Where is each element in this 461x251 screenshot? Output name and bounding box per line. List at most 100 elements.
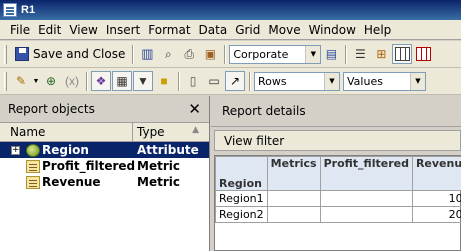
tree-item-revenue[interactable]: Revenue Metric — [0, 174, 209, 190]
values-select[interactable]: Values ▼ — [343, 71, 426, 91]
title-bar: R1 — [0, 0, 461, 20]
grid-icon — [394, 47, 410, 61]
menu-bar: File Edit View Insert Format Data Grid M… — [0, 20, 461, 40]
toolbar-separator — [132, 44, 135, 64]
toolbar-separator — [224, 44, 227, 64]
grid-graph-button[interactable] — [392, 44, 413, 64]
book-icon: ▥ — [141, 46, 154, 61]
toolbar-separator — [86, 71, 88, 91]
app-icon — [3, 3, 17, 17]
insert-button[interactable]: ⊕ — [41, 71, 61, 91]
tree-item-region[interactable]: + Region Attribute — [0, 142, 209, 158]
object-browser-button[interactable]: ❖ — [91, 71, 111, 91]
report-details-panel: Report details View filter Region Metric… — [211, 96, 461, 251]
toolbar-separator — [345, 44, 348, 64]
menu-insert[interactable]: Insert — [102, 23, 144, 37]
report-details-header[interactable]: Report details — [211, 96, 461, 127]
row-attribute-header[interactable]: Region — [215, 156, 268, 191]
formula-button[interactable]: (x) — [62, 71, 82, 91]
menu-view[interactable]: View — [65, 23, 101, 37]
close-icon[interactable]: ✕ — [188, 100, 201, 118]
toolbar-separator — [178, 71, 180, 91]
print-button[interactable]: ⎙ — [179, 44, 199, 64]
window-title: R1 — [21, 4, 36, 16]
report-objects-column-header: Name Type ▲ — [0, 123, 209, 142]
column-header-profit[interactable]: Profit_filtered — [319, 156, 413, 191]
rows-select[interactable]: Rows ▼ — [254, 71, 340, 91]
menu-file[interactable]: File — [6, 23, 34, 37]
grid-table: Region Metrics Profit_filtered Revenue R… — [215, 156, 461, 223]
properties-button[interactable]: ▣ — [200, 44, 220, 64]
report-objects-button[interactable]: ▦ — [112, 71, 132, 91]
table-cell — [319, 190, 413, 207]
attribute-icon — [26, 143, 40, 157]
column-name-header[interactable]: Name — [0, 123, 133, 141]
metrics-header[interactable]: Metrics — [266, 156, 321, 191]
grid-view-icon: ☰ — [354, 47, 366, 61]
menu-data[interactable]: Data — [195, 23, 232, 37]
table-cell: 100 — [411, 190, 461, 207]
rows-select-value: Rows — [258, 74, 287, 88]
print-preview-icon: ⌕ — [164, 46, 172, 61]
note-icon: ■ — [160, 74, 168, 88]
grid-view-button[interactable]: ☰ — [350, 44, 370, 64]
expand-icon[interactable]: + — [11, 145, 20, 155]
menu-move[interactable]: Move — [264, 23, 304, 37]
formula-icon: (x) — [65, 74, 79, 88]
toolbar-separator — [249, 71, 251, 91]
report-objects-icon: ▦ — [116, 74, 128, 88]
values-select-value: Values — [347, 74, 383, 88]
insert-icon: ⊕ — [45, 74, 57, 88]
print-preview-button[interactable]: ⌕ — [158, 44, 178, 64]
style-select[interactable]: Corporate ▼ — [229, 44, 322, 64]
drill-button[interactable]: ↗ — [225, 71, 245, 91]
standard-toolbar: Save and Close ▥ ⌕ ⎙ ▣ Corporate ▼ ▤ ☰ ⊞ — [0, 41, 461, 68]
object-name: Revenue — [42, 175, 101, 189]
notes-button[interactable]: ■ — [154, 71, 174, 91]
table-row: Region1 100 — [215, 190, 461, 207]
page-by-icon: ▯ — [189, 74, 197, 88]
report-objects-title: Report objects — [8, 102, 95, 116]
object-name: Region — [42, 143, 89, 157]
tree-item-profit-filtered[interactable]: Profit_filtered Metric — [0, 158, 209, 174]
view-filter-button[interactable]: ▼ — [133, 71, 153, 91]
drill-arrow-icon: ↗ — [229, 74, 241, 88]
menu-grid[interactable]: Grid — [231, 23, 264, 37]
pivot-button[interactable]: ⊞ — [371, 44, 391, 64]
format-button[interactable]: ▤ — [321, 44, 341, 64]
column-header-revenue[interactable]: Revenue — [411, 156, 461, 191]
table-cell — [266, 190, 321, 207]
report-toolbar: ✎ ▼ ⊕ (x) ❖ ▦ ▼ ■ ▯ ▭ ↗ Rows ▼ Values ▼ — [0, 68, 461, 95]
row-label[interactable]: Region1 — [215, 190, 268, 207]
graph-button[interactable] — [413, 44, 433, 64]
chevron-down-icon: ▼ — [32, 77, 40, 85]
menu-help[interactable]: Help — [360, 23, 395, 37]
grid-header-row: Region Metrics Profit_filtered Revenue — [215, 156, 461, 191]
page-by-button[interactable]: ▯ — [183, 71, 203, 91]
edit-dropdown[interactable]: ▼ — [32, 71, 40, 91]
object-type: Metric — [137, 175, 180, 189]
pivot-icon: ⊞ — [376, 47, 387, 61]
menu-window[interactable]: Window — [305, 23, 360, 37]
style-select-value: Corporate — [233, 47, 289, 61]
report-objects-header: Report objects ✕ — [0, 96, 209, 123]
open-book-button[interactable]: ▥ — [137, 44, 157, 64]
edit-button[interactable]: ✎ — [11, 71, 31, 91]
sort-ascending-icon: ▲ — [192, 125, 199, 135]
object-type: Attribute — [137, 143, 199, 157]
data-explorer-button[interactable]: ▭ — [204, 71, 224, 91]
report-details-title: Report details — [222, 104, 306, 118]
table-cell: 200 — [411, 206, 461, 223]
menu-format[interactable]: Format — [144, 23, 194, 37]
column-type-header[interactable]: Type ▲ — [133, 123, 209, 141]
menu-edit[interactable]: Edit — [34, 23, 65, 37]
filter-icon: ▼ — [137, 74, 149, 88]
format-icon: ▤ — [325, 47, 338, 61]
save-and-close-button[interactable]: Save and Close — [11, 44, 129, 65]
table-row: Region2 200 — [215, 206, 461, 223]
toolbar-grip[interactable] — [4, 44, 7, 64]
column-type-label: Type — [137, 125, 165, 139]
view-filter-bar[interactable]: View filter — [214, 130, 461, 151]
toolbar-grip[interactable] — [4, 71, 7, 91]
row-label[interactable]: Region2 — [215, 206, 268, 223]
